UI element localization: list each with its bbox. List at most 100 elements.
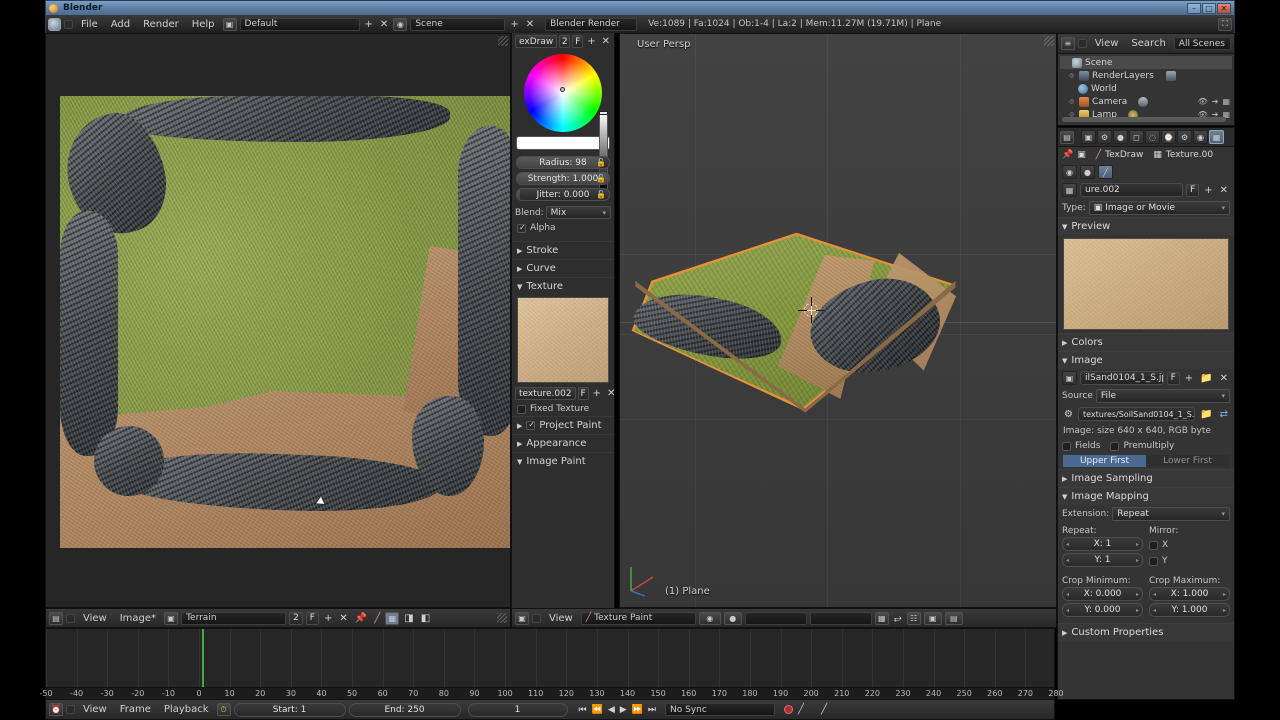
screen-layout-icon[interactable]: ▣	[222, 17, 237, 31]
timeline-menu-frame[interactable]: Frame	[115, 703, 156, 716]
outliner-row-renderlayers[interactable]: ◎ RenderLayers	[1060, 69, 1232, 82]
brush-datablock-row[interactable]: exDraw 2 F + ✕	[512, 33, 614, 50]
folder-open-icon[interactable]: 📁	[1198, 373, 1214, 384]
window-resize-icon[interactable]: ⛶	[1218, 17, 1232, 31]
properties-region[interactable]: ▤ ▣ ⚙ ● ◻ ◌ ⌚ ⚙ ◉ ▦ 📌 ▣ ╱ TexDraw ▦ Text…	[1057, 127, 1235, 700]
timeline-menu-playback[interactable]: Playback	[159, 703, 214, 716]
region-corner-grip[interactable]	[497, 613, 507, 623]
project-paint-panel-header[interactable]: ▶ Project Paint	[512, 416, 614, 434]
physics-tab-icon[interactable]: ◌	[1145, 130, 1160, 144]
image-flags-row[interactable]: Fields Premultiply	[1058, 439, 1234, 453]
outliner-scrollbar[interactable]	[1062, 117, 1226, 122]
jitter-lock-icon[interactable]: 🔓	[596, 190, 606, 199]
outliner-row-scene[interactable]: Scene	[1060, 56, 1232, 69]
outliner-display-mode[interactable]: All Scenes	[1173, 37, 1231, 50]
folder-browse-icon[interactable]: 📁	[1198, 409, 1214, 420]
fixed-texture-checkbox[interactable]	[517, 404, 526, 414]
start-frame-field[interactable]: Start: 1	[233, 702, 346, 717]
render-preview-icon[interactable]: ▣	[923, 611, 942, 625]
render-button-icon[interactable]: ▤	[944, 611, 963, 625]
outliner-row-camera[interactable]: ◎ Camera 👁 ➔ ▦	[1060, 95, 1232, 108]
timeline-menu-view[interactable]: View	[78, 703, 112, 716]
properties-tab-row[interactable]: ▤ ▣ ⚙ ● ◻ ◌ ⌚ ⚙ ◉ ▦	[1058, 128, 1234, 147]
play-icon[interactable]: ▶	[618, 705, 629, 715]
scene-tab-icon[interactable]: ⚙	[1097, 130, 1112, 144]
repeat-x-field[interactable]: X: 1	[1062, 537, 1143, 551]
scene-layers-icon[interactable]: ☷	[906, 611, 921, 625]
region-corner-grip[interactable]	[498, 36, 508, 46]
texture-checker-icon[interactable]: ▦	[385, 611, 400, 625]
view3d-menu-view[interactable]: View	[544, 612, 578, 625]
colors-panel-header[interactable]: ▶ Colors	[1058, 333, 1234, 351]
jump-end-icon[interactable]: ⏭	[646, 705, 658, 715]
menu-render[interactable]: Render	[138, 18, 184, 31]
image-menu-view[interactable]: View	[78, 612, 112, 625]
render-tab-icon[interactable]: ▣	[1081, 130, 1096, 144]
brush-jitter-slider[interactable]: Jitter: 0.000 🔓	[516, 188, 610, 201]
mirror-y-checkbox[interactable]	[1149, 556, 1158, 566]
timeline-mode-dot[interactable]	[66, 705, 75, 714]
brush-texture-preview[interactable]	[517, 297, 609, 383]
image-editor-icon[interactable]: ▤	[49, 611, 63, 625]
outliner-display-dot[interactable]	[1077, 39, 1087, 48]
constraints-tab-icon[interactable]: ⌚	[1161, 130, 1176, 144]
texture-checker-icon[interactable]: ▦	[1062, 183, 1077, 197]
image-path-field[interactable]: textures/SoilSand0104_1_S.jpg	[1077, 407, 1196, 421]
brush-fake-user-button[interactable]: F	[572, 35, 584, 48]
curve-panel-header[interactable]: ▶ Curve	[512, 259, 614, 277]
paint-brush-icon[interactable]: ╱	[372, 613, 382, 624]
outliner-editor-icon[interactable]: ≡	[1061, 37, 1075, 50]
brush-texture-icon[interactable]: ╱	[1098, 165, 1113, 179]
editor-type-selector[interactable]	[64, 19, 73, 29]
brush-name-field[interactable]: exDraw	[515, 35, 558, 48]
add-scene-button[interactable]: +	[508, 19, 520, 30]
field-order-toggle[interactable]: Upper First Lower First	[1063, 455, 1229, 467]
delete-brush-button[interactable]: ✕	[600, 36, 612, 47]
view3d-region[interactable]: User Persp (1) Plane	[619, 33, 1057, 608]
modifiers-tab-icon[interactable]: ⚙	[1177, 130, 1192, 144]
crop-max-y-field[interactable]: Y: 1.000	[1149, 603, 1230, 617]
expand-icon[interactable]: ◎	[1069, 98, 1076, 105]
texture-fake-user-button[interactable]: F	[1186, 183, 1200, 197]
region-corner-grip[interactable]	[1044, 36, 1054, 46]
render-engine-selector[interactable]: Blender Render	[545, 17, 638, 31]
texture-datablock-icon[interactable]: ●	[723, 611, 742, 625]
image-datablock-icon[interactable]: ▣	[1062, 371, 1077, 385]
brush-users-count[interactable]: 2	[559, 35, 571, 48]
add-image-button[interactable]: +	[1183, 373, 1195, 384]
minimize-button[interactable]: –	[1187, 2, 1201, 14]
crop-max-x-field[interactable]: X: 1.000	[1149, 587, 1230, 601]
fixed-texture-row[interactable]: Fixed Texture	[512, 402, 614, 416]
add-brush-button[interactable]: +	[585, 36, 597, 47]
strength-lock-icon[interactable]: 🔓	[596, 174, 606, 183]
fields-checkbox[interactable]	[1062, 441, 1071, 451]
close-button[interactable]: ✕	[1217, 2, 1231, 14]
crop-min-y-field[interactable]: Y: 0.000	[1062, 603, 1143, 617]
browse-datablock-icon[interactable]: ▣	[1077, 150, 1086, 160]
screen-layout-field[interactable]: Default	[239, 17, 360, 31]
image-editor-region[interactable]	[45, 33, 511, 608]
jump-start-icon[interactable]: ⏮	[577, 705, 589, 715]
image-name-field[interactable]: Terrain	[181, 611, 287, 625]
image-mapping-panel-header[interactable]: ▼ Image Mapping	[1058, 487, 1234, 505]
extension-dropdown[interactable]: Repeat	[1112, 507, 1230, 521]
image-source-dropdown[interactable]: File	[1095, 389, 1230, 403]
appearance-panel-header[interactable]: ▶ Appearance	[512, 434, 614, 452]
render-icon[interactable]: ▦	[1222, 97, 1230, 106]
brush-strength-slider[interactable]: Strength: 1.000 🔓	[516, 172, 610, 185]
interaction-mode-dropdown[interactable]: ╱ Texture Paint	[580, 611, 696, 625]
world-texture-icon[interactable]: ●	[1080, 165, 1095, 179]
pin-icon[interactable]: 📌	[1062, 150, 1073, 160]
sync-mode-dropdown[interactable]: No Sync	[665, 703, 776, 716]
image-canvas[interactable]	[46, 34, 510, 607]
unlink-image-button[interactable]: ✕	[1218, 373, 1230, 384]
brush-radius-slider[interactable]: Radius: 98 🔓	[516, 156, 610, 169]
pivot-point-icon[interactable]	[744, 611, 807, 625]
outliner-tree[interactable]: Scene ◎ RenderLayers World ◎ Camera 👁 ➔	[1058, 54, 1234, 121]
object-tab-icon[interactable]: ◻	[1129, 130, 1144, 144]
properties-editor-icon[interactable]: ▤	[1060, 130, 1074, 144]
view3d-editor-icon[interactable]: ▣	[515, 611, 529, 625]
texture-name-field[interactable]: ure.002	[1080, 183, 1184, 197]
timeline-playhead[interactable]	[202, 629, 205, 687]
view3d-canvas[interactable]: User Persp (1) Plane	[620, 34, 1056, 607]
